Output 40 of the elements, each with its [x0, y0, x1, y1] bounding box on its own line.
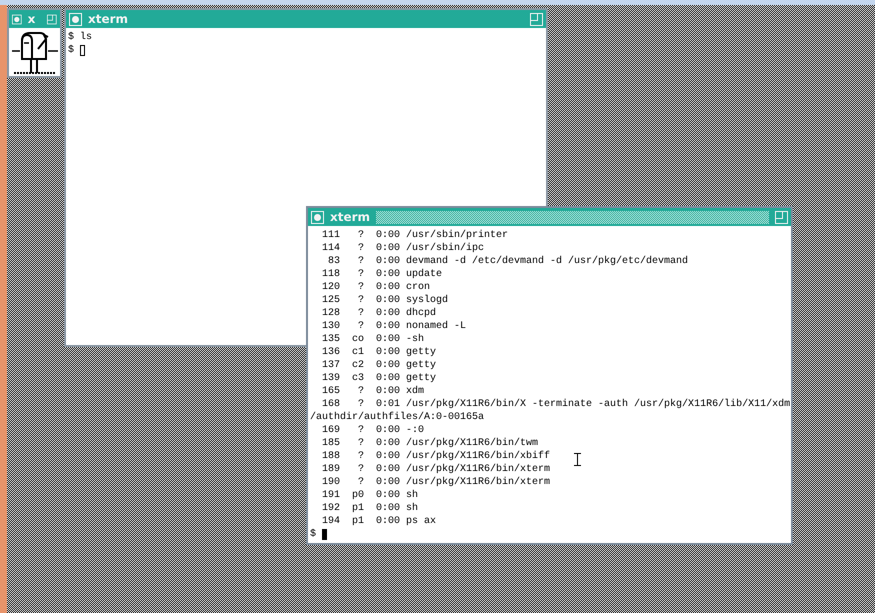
- terminal-line: 118 ? 0:00 update: [321, 268, 442, 281]
- terminal-line: 125 ? 0:00 syslogd: [321, 294, 448, 307]
- title-bar[interactable]: x: [9, 10, 60, 28]
- terminal-line: 194 p1 0:00 ps ax: [321, 515, 436, 528]
- resize-icon[interactable]: [530, 12, 543, 26]
- terminal-line: 192 p1 0:00 sh: [321, 502, 418, 515]
- terminal-line: 136 c1 0:00 getty: [321, 346, 436, 359]
- terminal-line: 139 c3 0:00 getty: [321, 372, 436, 385]
- terminal-line: 168 ? 0:01 /usr/pkg/X11R6/bin/X -terminate -auth /usr/pkg/X11R6/lib/X11/xdm: [321, 398, 790, 411]
- terminal-line: 128 ? 0:00 dhcpd: [321, 307, 436, 320]
- mailbox-drawing: [10, 29, 60, 75]
- terminal-line: 120 ? 0:00 cron: [321, 281, 430, 294]
- terminal-line: 190 ? 0:00 /usr/pkg/X11R6/bin/xterm: [321, 476, 550, 489]
- terminal-line: 188 ? 0:00 /usr/pkg/X11R6/bin/xbiff: [321, 450, 550, 463]
- terminal-line: 111 ? 0:00 /usr/sbin/printer: [321, 229, 508, 242]
- terminal-line: 191 p0 0:00 sh: [321, 489, 418, 502]
- shell-prompt: $: [68, 44, 74, 57]
- title-bar[interactable]: xterm: [308, 208, 791, 226]
- terminal-line: 189 ? 0:00 /usr/pkg/X11R6/bin/xterm: [321, 463, 550, 476]
- close-icon[interactable]: [311, 210, 324, 224]
- terminal-line: /authdir/authfiles/A:0-00165a: [310, 411, 484, 424]
- window-title: xterm: [88, 12, 128, 26]
- terminal-line: 185 ? 0:00 /usr/pkg/X11R6/bin/twm: [321, 437, 538, 450]
- terminal-line: $ ls: [68, 31, 92, 44]
- terminal-line: 83 ? 0:00 devmand -d /etc/devmand -d /usr/pkg/etc/devmand: [327, 255, 688, 268]
- terminal-line: 130 ? 0:00 nonamed -L: [321, 320, 466, 333]
- terminal-line: 135 co 0:00 -sh: [321, 333, 424, 346]
- shell-prompt: $: [310, 528, 316, 541]
- resize-icon[interactable]: [47, 12, 57, 26]
- terminal-line: 169 ? 0:00 -:0: [321, 424, 424, 437]
- close-icon[interactable]: [69, 12, 82, 26]
- window-title: xterm: [330, 210, 370, 224]
- terminal-line: 165 ? 0:00 xdm: [321, 385, 424, 398]
- terminal-line: 137 c2 0:00 getty: [321, 359, 436, 372]
- resize-icon[interactable]: [775, 210, 788, 224]
- close-icon[interactable]: [12, 12, 22, 26]
- window-title: x: [28, 12, 36, 26]
- terminal-line: 114 ? 0:00 /usr/sbin/ipc: [321, 242, 484, 255]
- text-cursor-icon: [574, 453, 581, 466]
- title-bar[interactable]: xterm: [66, 10, 546, 28]
